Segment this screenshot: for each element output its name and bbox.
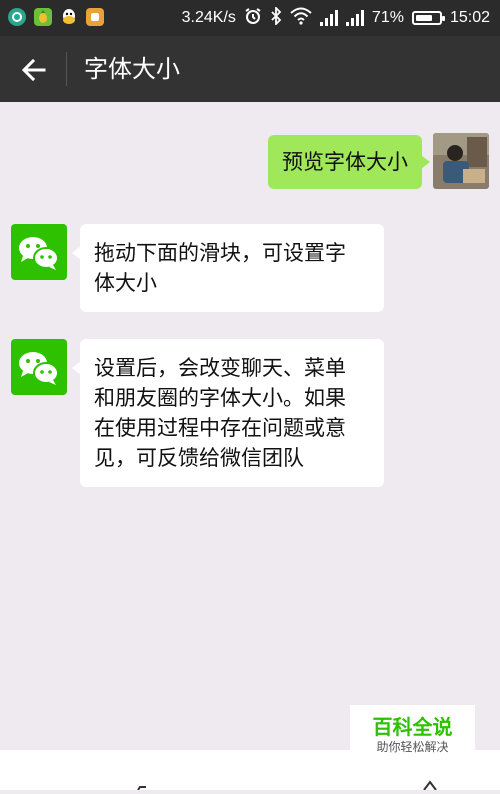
signal-icon-2 — [345, 10, 364, 26]
wechat-team-avatar[interactable] — [11, 339, 67, 395]
watermark-subtitle: 助你轻松解决 — [376, 740, 449, 754]
network-speed: 3.24K/s — [181, 9, 236, 26]
message-line: 设置后，会改变聊天、菜单 — [94, 356, 346, 380]
status-bar: 3.24K/s 71% 15:02 — [0, 0, 500, 36]
signal-icon-1 — [319, 10, 338, 26]
notification-icons — [8, 8, 104, 26]
message-text: 预览字体大小 — [282, 150, 408, 174]
message-line: 拖动下面的滑块，可设置字 — [94, 241, 346, 265]
bluetooth-icon — [270, 5, 282, 30]
message-line: 见，可反馈给微信团队 — [94, 446, 304, 470]
message-line: 和朋友圈的字体大小。如果 — [94, 386, 346, 410]
back-arrow-icon[interactable] — [18, 54, 50, 86]
received-message-bubble: 拖动下面的滑块，可设置字 体大小 — [72, 224, 384, 312]
page-title: 字体大小 — [84, 55, 180, 83]
baidu-app-icon — [86, 8, 104, 26]
message-line: 体大小 — [94, 271, 157, 295]
pineapple-app-icon — [34, 8, 52, 26]
user-avatar[interactable] — [433, 133, 489, 189]
app-notification-icon — [8, 8, 26, 26]
battery-icon — [411, 11, 445, 25]
wifi-icon — [290, 7, 312, 30]
wechat-logo-icon — [19, 237, 59, 270]
wechat-team-avatar[interactable] — [11, 224, 67, 280]
qq-icon — [60, 8, 78, 26]
header-divider — [66, 52, 67, 86]
message-line: 在使用过程中存在问题或意 — [94, 416, 346, 440]
clock: 15:02 — [449, 9, 490, 26]
wechat-logo-icon — [19, 352, 59, 385]
sent-message-bubble: 预览字体大小 — [268, 135, 430, 189]
alarm-icon — [244, 7, 262, 30]
app-header: 字体大小 — [0, 36, 500, 102]
watermark-title: 百科全说 — [372, 715, 453, 739]
watermark-logo: 百科全说 助你轻松解决 — [350, 705, 475, 765]
battery-percent: 71% — [371, 9, 404, 26]
status-indicators: 3.24K/s 71% 15:02 — [182, 0, 490, 36]
received-message-bubble: 设置后，会改变聊天、菜单 和朋友圈的字体大小。如果 在使用过程中存在问题或意 见… — [72, 339, 384, 487]
